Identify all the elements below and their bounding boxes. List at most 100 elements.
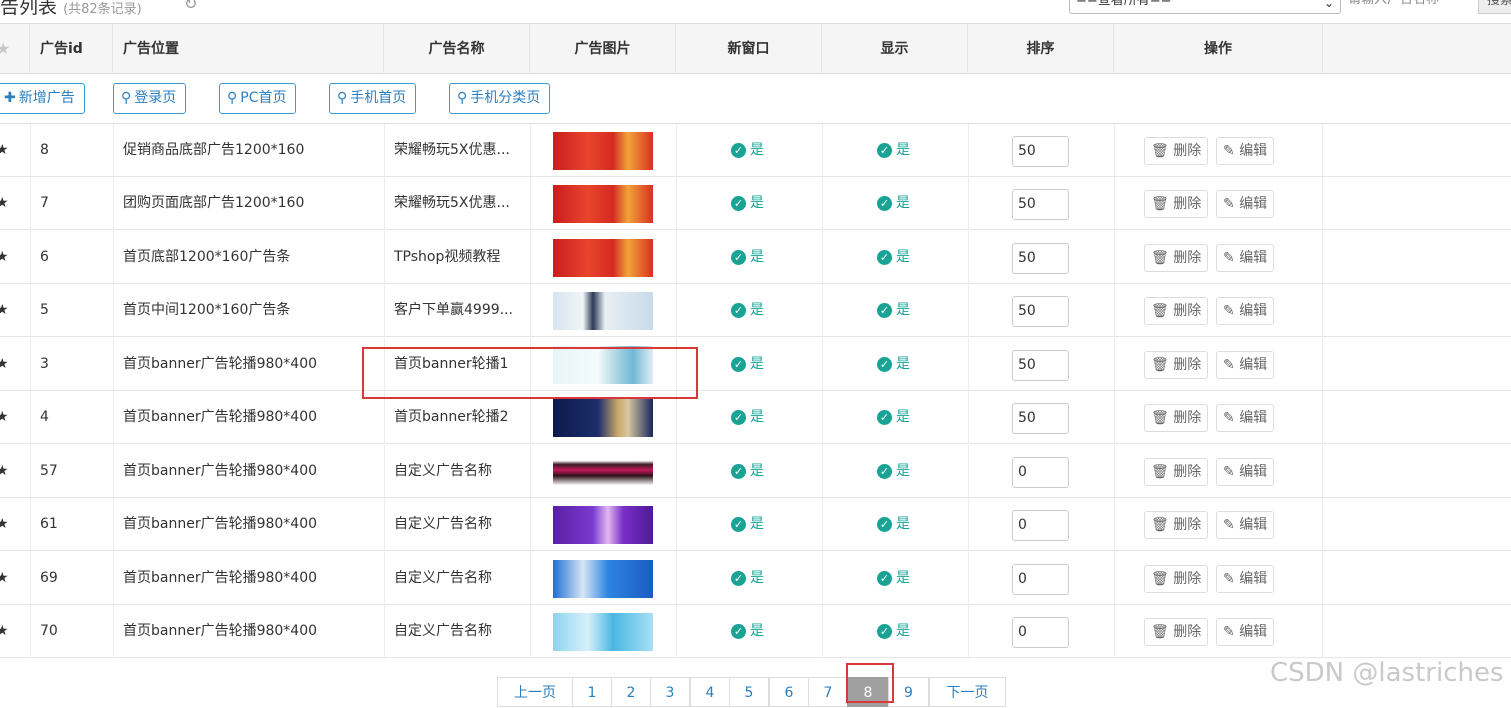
delete-button[interactable]: 🗑 删除 [1144, 137, 1209, 165]
ad-image-thumbnail[interactable] [553, 506, 653, 544]
edit-button[interactable]: ✎ 编辑 [1216, 244, 1275, 272]
page-button[interactable]: 5 [729, 677, 769, 707]
display-toggle[interactable]: ✓ 是 [877, 552, 910, 605]
filter-select[interactable]: ==查看所有== ⌄ [1069, 0, 1341, 14]
col-header-position[interactable]: 广告位置 [113, 24, 384, 74]
edit-button[interactable]: ✎ 编辑 [1216, 190, 1275, 218]
new-window-toggle[interactable]: ✓ 是 [731, 124, 764, 177]
sort-input[interactable]: 50 [1012, 136, 1069, 167]
page-button[interactable]: 1 [572, 677, 612, 707]
prev-page-button[interactable]: 上一页 [497, 677, 573, 707]
page-button[interactable]: 6 [769, 677, 809, 707]
sort-input[interactable]: 50 [1012, 350, 1069, 381]
display-toggle[interactable]: ✓ 是 [877, 124, 910, 177]
filter-mobile-category-button[interactable]: ⚲ 手机分类页 [449, 83, 551, 114]
sort-input[interactable]: 0 [1012, 457, 1069, 488]
star-icon[interactable]: ★ [0, 552, 9, 605]
delete-button[interactable]: 🗑 删除 [1144, 244, 1209, 272]
edit-button[interactable]: ✎ 编辑 [1216, 511, 1275, 539]
display-toggle[interactable]: ✓ 是 [877, 177, 910, 230]
delete-button[interactable]: 🗑 删除 [1144, 618, 1209, 646]
delete-button[interactable]: 🗑 删除 [1144, 190, 1209, 218]
new-window-toggle[interactable]: ✓ 是 [731, 231, 764, 284]
ad-image-thumbnail[interactable] [553, 613, 653, 651]
divider [113, 552, 114, 604]
display-toggle[interactable]: ✓ 是 [877, 498, 910, 551]
page-button[interactable]: 7 [808, 677, 848, 707]
page-button[interactable]: 9 [888, 677, 929, 707]
star-icon[interactable]: ★ [0, 338, 9, 391]
delete-button[interactable]: 🗑 删除 [1144, 351, 1209, 379]
delete-button[interactable]: 🗑 删除 [1144, 458, 1209, 486]
check-circle-icon: ✓ [877, 410, 892, 425]
col-header-image[interactable]: 广告图片 [530, 24, 676, 74]
col-header-sort[interactable]: 排序 [968, 24, 1114, 74]
edit-button[interactable]: ✎ 编辑 [1216, 458, 1275, 486]
sort-input[interactable]: 0 [1012, 510, 1069, 541]
new-window-toggle[interactable]: ✓ 是 [731, 338, 764, 391]
sort-input[interactable]: 50 [1012, 403, 1069, 434]
edit-button[interactable]: ✎ 编辑 [1216, 565, 1275, 593]
star-icon[interactable]: ★ [0, 177, 9, 230]
page-button[interactable]: 3 [650, 677, 690, 707]
star-icon[interactable]: ★ [0, 605, 9, 658]
sort-input[interactable]: 0 [1012, 564, 1069, 595]
edit-button[interactable]: ✎ 编辑 [1216, 404, 1275, 432]
ad-image-thumbnail[interactable] [553, 239, 653, 277]
edit-button[interactable]: ✎ 编辑 [1216, 351, 1275, 379]
ad-image-thumbnail[interactable] [553, 292, 653, 330]
add-ad-button[interactable]: ✚ 新增广告 [0, 83, 85, 114]
ad-image-thumbnail[interactable] [553, 453, 653, 491]
ad-id: 5 [40, 302, 49, 318]
sort-input[interactable]: 50 [1012, 243, 1069, 274]
ad-image-thumbnail[interactable] [553, 185, 653, 223]
edit-button[interactable]: ✎ 编辑 [1216, 297, 1275, 325]
col-header-new-window[interactable]: 新窗口 [676, 24, 822, 74]
new-window-toggle[interactable]: ✓ 是 [731, 177, 764, 230]
delete-button[interactable]: 🗑 删除 [1144, 404, 1209, 432]
col-header-display[interactable]: 显示 [822, 24, 968, 74]
page-button[interactable]: 2 [611, 677, 651, 707]
ad-image-thumbnail[interactable] [553, 560, 653, 598]
star-icon[interactable]: ★ [0, 391, 9, 444]
sort-input[interactable]: 50 [1012, 189, 1069, 220]
star-icon[interactable]: ★ [0, 284, 9, 337]
star-icon[interactable]: ★ [0, 445, 9, 498]
delete-button[interactable]: 🗑 删除 [1144, 511, 1209, 539]
sort-input[interactable]: 50 [1012, 296, 1069, 327]
star-icon[interactable]: ★ [0, 24, 10, 74]
display-toggle[interactable]: ✓ 是 [877, 445, 910, 498]
display-toggle[interactable]: ✓ 是 [877, 605, 910, 658]
filter-pc-home-button[interactable]: ⚲ PC首页 [219, 83, 297, 114]
star-icon[interactable]: ★ [0, 498, 9, 551]
display-toggle[interactable]: ✓ 是 [877, 391, 910, 444]
filter-login-button[interactable]: ⚲ 登录页 [113, 83, 187, 114]
new-window-toggle[interactable]: ✓ 是 [731, 605, 764, 658]
new-window-toggle[interactable]: ✓ 是 [731, 391, 764, 444]
col-header-name[interactable]: 广告名称 [384, 24, 530, 74]
star-icon[interactable]: ★ [0, 231, 9, 284]
edit-button[interactable]: ✎ 编辑 [1216, 137, 1275, 165]
display-toggle[interactable]: ✓ 是 [877, 338, 910, 391]
page-button[interactable]: 4 [690, 677, 730, 707]
display-toggle[interactable]: ✓ 是 [877, 231, 910, 284]
search-input[interactable]: 请输入广告名称 [1348, 0, 1476, 14]
star-icon[interactable]: ★ [0, 124, 9, 177]
delete-button[interactable]: 🗑 删除 [1144, 565, 1209, 593]
new-window-toggle[interactable]: ✓ 是 [731, 498, 764, 551]
next-page-button[interactable]: 下一页 [929, 677, 1006, 707]
sort-input[interactable]: 0 [1012, 617, 1069, 648]
new-window-toggle[interactable]: ✓ 是 [731, 284, 764, 337]
delete-button[interactable]: 🗑 删除 [1144, 297, 1209, 325]
ad-image-thumbnail[interactable] [553, 399, 653, 437]
filter-mobile-home-button[interactable]: ⚲ 手机首页 [329, 83, 417, 114]
search-button[interactable]: 搜索 [1478, 0, 1511, 14]
edit-icon: ✎ [1223, 624, 1235, 640]
new-window-toggle[interactable]: ✓ 是 [731, 445, 764, 498]
edit-button[interactable]: ✎ 编辑 [1216, 618, 1275, 646]
new-window-toggle[interactable]: ✓ 是 [731, 552, 764, 605]
col-header-id[interactable]: 广告id [30, 24, 113, 74]
refresh-icon[interactable]: ↻ [184, 0, 202, 13]
ad-image-thumbnail[interactable] [553, 132, 653, 170]
display-toggle[interactable]: ✓ 是 [877, 284, 910, 337]
